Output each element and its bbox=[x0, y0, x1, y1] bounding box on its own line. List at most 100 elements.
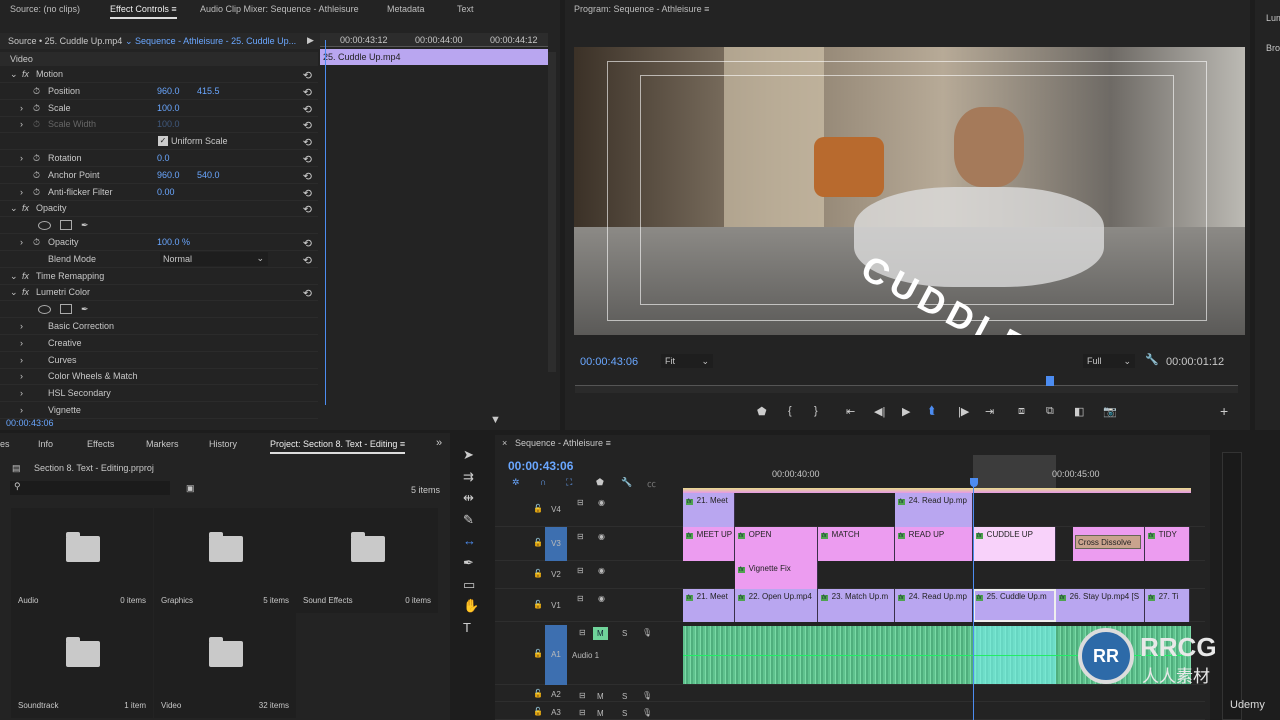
play-icon[interactable]: ▶ bbox=[902, 405, 910, 418]
timeline-clip[interactable]: fx OPEN bbox=[735, 527, 818, 561]
blend-mode-select[interactable]: Normal ⌄ bbox=[160, 251, 268, 266]
tab-source[interactable]: Source: (no clips) bbox=[10, 4, 80, 14]
effect-property-row[interactable]: › Basic Correction bbox=[0, 318, 318, 335]
reset-icon[interactable]: ⟲ bbox=[303, 237, 312, 250]
effect-property-row[interactable]: › Color Wheels & Match bbox=[0, 368, 318, 386]
solo-button[interactable]: S bbox=[622, 692, 627, 701]
effect-property-row[interactable]: › ⏱ Rotation 0.0 ⟲ bbox=[0, 150, 318, 167]
go-to-in-icon[interactable]: ⇤ bbox=[846, 405, 855, 418]
effect-property-row[interactable]: Blend Mode Normal ⌄ ⟲ bbox=[0, 251, 318, 268]
property-value[interactable]: 960.0 bbox=[157, 86, 180, 96]
effect-property-row[interactable]: ⌄ fx Opacity ⟲ bbox=[0, 200, 318, 218]
bin-item[interactable]: Sound Effects 0 items bbox=[296, 508, 438, 613]
property-value[interactable]: 100.0 bbox=[157, 103, 180, 113]
tab-info[interactable]: Info bbox=[38, 439, 53, 449]
timeline-clip[interactable]: fx 21. Meet bbox=[683, 493, 735, 527]
rectangle-mask-icon[interactable] bbox=[60, 304, 72, 315]
pen-icon[interactable]: ✒ bbox=[463, 555, 474, 571]
browse-tab[interactable]: Bro bbox=[1266, 43, 1280, 53]
track-select-icon[interactable]: ⇉ bbox=[463, 469, 474, 485]
mute-button[interactable]: M bbox=[593, 707, 608, 720]
tab-history[interactable]: History bbox=[209, 439, 237, 449]
compare-icon[interactable]: ◧ bbox=[1074, 405, 1084, 418]
timeline-clip[interactable]: fx 22. Open Up.mp4 bbox=[735, 589, 818, 622]
add-button-icon[interactable]: + bbox=[1220, 403, 1228, 419]
linked-selection-icon[interactable]: ⛶ bbox=[566, 477, 572, 488]
stopwatch-icon[interactable]: ⏱ bbox=[33, 187, 40, 198]
search-input[interactable]: ⚲ bbox=[10, 481, 170, 495]
snap-icon[interactable]: ✲ bbox=[512, 477, 520, 488]
property-value-2[interactable]: 415.5 bbox=[197, 86, 220, 96]
add-marker-icon[interactable]: ⬟ bbox=[757, 405, 767, 418]
property-value[interactable]: 0.00 bbox=[157, 187, 175, 197]
timeline-clip[interactable]: fx 26. Stay Up.mp4 [S bbox=[1056, 589, 1145, 622]
magnet-icon[interactable]: ∩ bbox=[540, 477, 546, 487]
close-icon[interactable]: × bbox=[502, 438, 507, 448]
bin-item[interactable]: Soundtrack 1 item bbox=[11, 613, 153, 718]
sync-lock-icon[interactable]: ⊟ bbox=[577, 566, 584, 575]
reset-icon[interactable]: ⟲ bbox=[303, 69, 312, 82]
effect-property-row[interactable]: ⌄ fx Motion ⟲ bbox=[0, 66, 318, 83]
new-bin-icon[interactable]: ▣ bbox=[186, 483, 195, 494]
effect-controls-timecode[interactable]: 00:00:43:06 bbox=[6, 418, 54, 428]
effect-property-row[interactable]: ✓ Uniform Scale ⟲ bbox=[0, 133, 318, 151]
expand-chevron-icon[interactable]: ⌄ bbox=[10, 203, 18, 214]
timeline-timecode[interactable]: 00:00:43:06 bbox=[508, 459, 573, 473]
timeline-clip[interactable]: fx 24. Read Up.mp bbox=[895, 493, 973, 527]
expand-chevron-icon[interactable]: › bbox=[20, 153, 23, 163]
property-value[interactable]: 100.0 bbox=[157, 119, 180, 129]
go-to-out-icon[interactable]: ⇥ bbox=[985, 405, 994, 418]
bin-item[interactable]: Audio 0 items bbox=[11, 508, 153, 613]
eye-icon[interactable]: ◉ bbox=[598, 594, 605, 603]
reset-icon[interactable]: ⟲ bbox=[303, 170, 312, 183]
lift-icon[interactable]: ⧈ bbox=[1018, 405, 1025, 418]
effect-property-row[interactable]: ✒ bbox=[0, 301, 318, 319]
stopwatch-icon[interactable]: ⏱ bbox=[33, 103, 40, 114]
microphone-icon[interactable]: 🎙 bbox=[642, 708, 652, 717]
property-value[interactable]: 0.0 bbox=[157, 153, 170, 163]
sync-lock-icon[interactable]: ⊟ bbox=[577, 498, 584, 507]
effect-property-row[interactable]: › Vignette bbox=[0, 402, 318, 419]
tab-metadata[interactable]: Metadata bbox=[387, 4, 425, 14]
stopwatch-icon[interactable]: ⏱ bbox=[33, 153, 40, 164]
slip-tool-icon[interactable]: ↔ bbox=[463, 533, 476, 548]
effect-property-row[interactable]: ✒ bbox=[0, 217, 318, 235]
reset-icon[interactable]: ⟲ bbox=[303, 254, 312, 267]
timeline-playhead[interactable] bbox=[973, 478, 974, 720]
effect-property-row[interactable]: › ⏱ Anti-flicker Filter 0.00 ⟲ bbox=[0, 184, 318, 201]
timeline-clip[interactable]: fx 23. Match Up.m bbox=[818, 589, 895, 622]
rectangle-icon[interactable]: ▭ bbox=[463, 577, 475, 593]
timeline-clip[interactable]: fx Vignette Fix bbox=[735, 561, 818, 589]
effect-property-row[interactable]: › ⏱ Scale 100.0 ⟲ bbox=[0, 100, 318, 117]
ellipse-mask-icon[interactable] bbox=[38, 221, 51, 231]
track-target[interactable]: A1 bbox=[545, 625, 567, 685]
reset-icon[interactable]: ⟲ bbox=[303, 287, 312, 300]
sync-lock-icon[interactable]: ⊟ bbox=[579, 628, 586, 637]
timeline-clip[interactable]: fx TIDY bbox=[1145, 527, 1190, 561]
lock-icon[interactable]: 🔓 bbox=[533, 569, 543, 578]
lock-icon[interactable]: 🔓 bbox=[533, 504, 543, 513]
expand-chevron-icon[interactable]: › bbox=[20, 405, 23, 415]
timeline-clip[interactable]: fx 24. Read Up.mp bbox=[895, 589, 973, 622]
track-target[interactable]: V3 bbox=[545, 527, 567, 561]
track-target[interactable]: A2 bbox=[545, 688, 567, 702]
expand-chevron-icon[interactable]: › bbox=[20, 388, 23, 398]
sync-lock-icon[interactable]: ⊟ bbox=[577, 594, 584, 603]
rectangle-mask-icon[interactable] bbox=[60, 220, 72, 231]
timeline-clip[interactable]: fx 21. Meet bbox=[683, 589, 735, 622]
reset-icon[interactable]: ⟲ bbox=[303, 136, 312, 149]
sequence-clip-dropdown[interactable]: ⌄ Sequence - Athleisure - 25. Cuddle Up.… bbox=[125, 36, 296, 47]
eye-icon[interactable]: ◉ bbox=[598, 532, 605, 541]
marker-icon[interactable]: ⬟ bbox=[596, 477, 604, 488]
cross-dissolve-transition[interactable]: Cross Dissolve bbox=[1075, 535, 1141, 549]
stopwatch-icon[interactable]: ⏱ bbox=[33, 86, 40, 97]
timeline-clip[interactable]: fx MATCH bbox=[818, 527, 895, 561]
stopwatch-icon[interactable]: ⏱ bbox=[33, 237, 40, 248]
lock-icon[interactable]: 🔓 bbox=[533, 600, 543, 609]
quality-dropdown[interactable]: Full ⌄ bbox=[1083, 354, 1135, 368]
solo-button[interactable]: S bbox=[622, 709, 627, 718]
step-back-icon[interactable]: ◀| bbox=[874, 405, 885, 418]
program-timecode[interactable]: 00:00:43:06 bbox=[580, 356, 638, 368]
expand-chevron-icon[interactable]: › bbox=[20, 187, 23, 197]
sync-lock-icon[interactable]: ⊟ bbox=[577, 532, 584, 541]
